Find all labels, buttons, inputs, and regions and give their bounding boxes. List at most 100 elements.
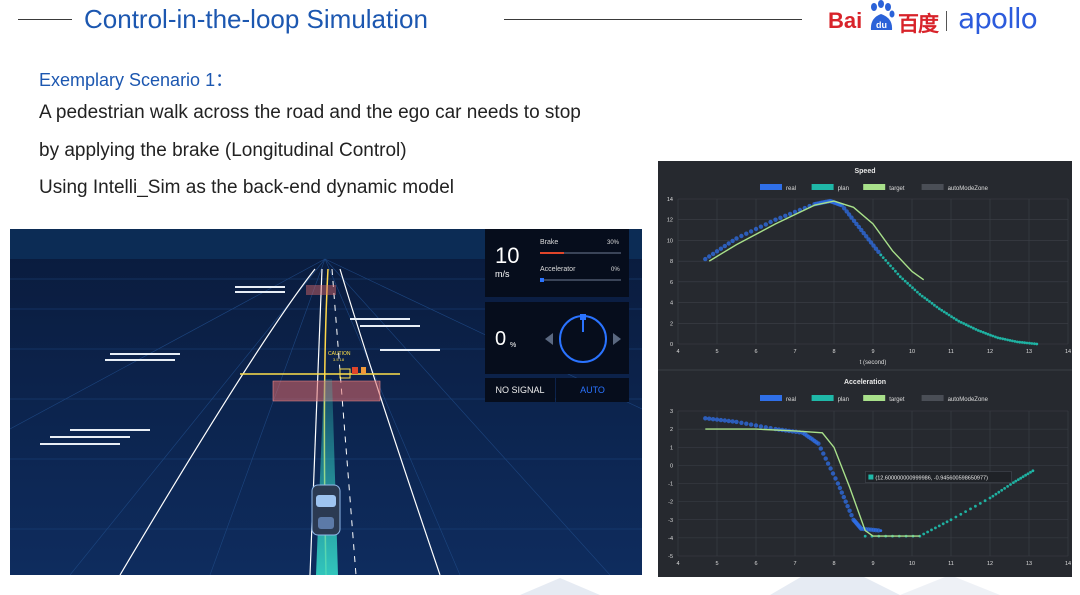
data-point xyxy=(986,332,990,336)
data-point xyxy=(959,512,963,516)
data-point xyxy=(891,267,895,270)
y-tick-label: 3 xyxy=(670,409,673,415)
data-point xyxy=(758,424,764,429)
chart-title: Acceleration xyxy=(844,379,886,386)
x-tick-label: 10 xyxy=(909,561,915,567)
data-point xyxy=(835,481,841,486)
data-point xyxy=(830,471,836,476)
accelerator-bar xyxy=(540,278,621,282)
data-point xyxy=(707,254,712,259)
data-point xyxy=(884,259,888,262)
legend-label: target xyxy=(889,397,905,403)
x-tick-label: 9 xyxy=(871,561,874,567)
x-tick-label: 8 xyxy=(832,561,835,567)
series-real xyxy=(703,416,883,533)
data-point xyxy=(718,246,724,251)
data-point xyxy=(935,305,939,309)
brake-bar-fill xyxy=(540,252,565,254)
data-point xyxy=(923,296,927,300)
signal-text: NO SIGNAL xyxy=(495,385,545,395)
legend-swatch xyxy=(921,395,944,401)
data-point xyxy=(1020,341,1024,344)
data-point xyxy=(974,504,977,508)
x-tick-label: 7 xyxy=(793,561,796,567)
data-point xyxy=(778,215,783,220)
data-point xyxy=(933,303,936,307)
data-point xyxy=(959,321,963,324)
auto-mode-button[interactable]: AUTO xyxy=(556,378,629,402)
y-tick-label: 8 xyxy=(670,259,673,265)
x-tick-label: 11 xyxy=(948,561,954,567)
data-point xyxy=(823,456,828,461)
data-point xyxy=(886,261,890,265)
data-point xyxy=(1000,488,1004,492)
data-point xyxy=(969,507,972,511)
y-tick-label: 2 xyxy=(670,321,673,327)
legend-label: real xyxy=(786,186,796,192)
y-tick-label: 10 xyxy=(667,238,673,244)
data-point xyxy=(941,522,945,526)
data-point xyxy=(964,510,967,513)
data-point xyxy=(972,326,975,330)
charts-panel: Speed real plan target autoModeZone 0 2 4 6 8 10 12… xyxy=(658,161,1072,577)
data-point xyxy=(1015,340,1019,344)
data-point xyxy=(1018,340,1022,344)
data-point xyxy=(1021,475,1025,479)
brake-percent: 30% xyxy=(607,240,620,246)
x-tick-label: 5 xyxy=(715,561,718,567)
data-point xyxy=(843,499,848,504)
data-point xyxy=(997,490,1001,494)
accelerator-label: Accelerator xyxy=(540,266,576,273)
legend-label: target xyxy=(889,186,905,192)
data-point xyxy=(722,243,727,249)
data-point xyxy=(964,323,968,327)
data-point xyxy=(952,316,956,320)
data-point xyxy=(940,308,944,312)
speed-value: 10 xyxy=(495,243,520,268)
data-point xyxy=(1019,476,1023,480)
data-point xyxy=(849,513,854,518)
x-tick-label: 4 xyxy=(676,561,679,567)
data-point xyxy=(913,288,917,292)
data-point xyxy=(710,417,716,422)
data-point xyxy=(976,329,980,332)
data-point xyxy=(930,528,933,532)
y-tick-label: -4 xyxy=(668,536,673,542)
x-tick-label: 10 xyxy=(909,349,915,355)
data-point xyxy=(734,236,739,241)
data-point xyxy=(722,418,727,423)
data-point xyxy=(1026,472,1030,476)
y-tick-label: -3 xyxy=(668,518,673,524)
data-point xyxy=(1001,337,1005,341)
data-point xyxy=(714,249,720,254)
data-point xyxy=(818,446,823,451)
chart-title: Speed xyxy=(854,168,875,175)
y-tick-label: 0 xyxy=(670,463,673,469)
data-point xyxy=(726,241,731,246)
data-point xyxy=(898,275,902,279)
data-point xyxy=(916,290,919,294)
data-point xyxy=(991,334,995,338)
data-point xyxy=(758,224,764,229)
data-point xyxy=(1011,339,1014,343)
data-point xyxy=(994,335,997,339)
data-point xyxy=(918,292,922,296)
data-point xyxy=(707,416,712,421)
steering-wheel-icon xyxy=(545,314,621,363)
data-point xyxy=(945,520,949,524)
simulation-view[interactable]: CAUTION 3.5 18 10 m/s Brake 30% Accelera… xyxy=(10,229,642,575)
data-point xyxy=(714,417,720,422)
data-point xyxy=(837,485,843,491)
data-point xyxy=(998,336,1002,340)
data-point xyxy=(1003,337,1007,341)
legend-swatch xyxy=(811,184,834,190)
data-point xyxy=(821,451,826,456)
data-point xyxy=(744,421,749,426)
data-point xyxy=(1009,483,1012,486)
x-tick-label: 6 xyxy=(754,561,757,567)
data-point xyxy=(894,269,897,273)
data-point xyxy=(1006,485,1009,488)
data-point xyxy=(920,294,924,298)
data-point xyxy=(876,249,881,254)
y-tick-label: 14 xyxy=(667,197,673,203)
